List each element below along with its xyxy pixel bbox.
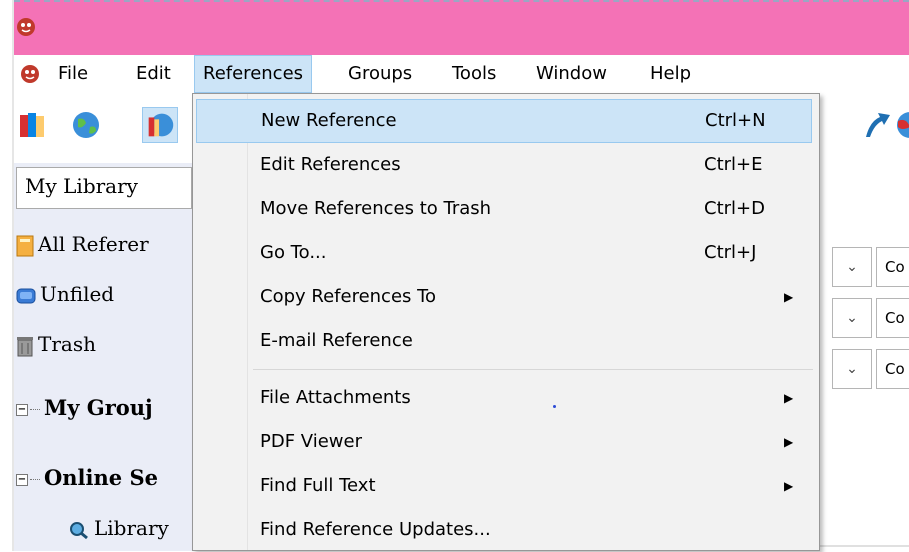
menu-item-file-attachments[interactable]: File Attachments ▶ — [196, 376, 812, 420]
library-books-icon[interactable] — [16, 107, 52, 143]
collapse-icon[interactable]: − — [16, 403, 28, 416]
my-groups-label: My Grouj — [44, 395, 153, 420]
search-magnifier-icon — [70, 521, 88, 539]
menu-item-label: New Reference — [261, 110, 397, 131]
menu-item-label: Copy References To — [260, 286, 437, 307]
menu-separator — [253, 369, 813, 370]
menu-item-label: PDF Viewer — [260, 431, 362, 452]
search-row: ⌄ Co — [832, 349, 909, 389]
menu-item-pdf-viewer[interactable]: PDF Viewer ▶ — [196, 420, 812, 464]
search-field-selector[interactable]: Co — [876, 298, 909, 338]
submenu-arrow-icon: ▶ — [784, 479, 794, 493]
cursor-dot — [553, 405, 556, 408]
menu-item-label: Edit References — [260, 154, 401, 175]
group-trash[interactable]: Trash — [16, 329, 96, 359]
group-unfiled[interactable]: Unfiled — [16, 279, 114, 309]
menu-groups[interactable]: Groups — [348, 55, 412, 93]
menu-tools[interactable]: Tools — [452, 55, 496, 93]
menu-item-move-to-trash[interactable]: Move References to Trash Ctrl+D — [196, 187, 812, 231]
library-selector[interactable]: My Library — [16, 167, 192, 209]
menu-item-edit-references[interactable]: Edit References Ctrl+E — [196, 143, 812, 187]
tree-connector — [30, 479, 40, 480]
menu-item-label: Move References to Trash — [260, 198, 492, 219]
submenu-arrow-icon: ▶ — [784, 290, 794, 304]
menu-item-shortcut: Ctrl+D — [704, 198, 765, 219]
title-bar[interactable] — [14, 0, 909, 55]
menu-file[interactable]: File — [58, 55, 88, 93]
submenu-arrow-icon: ▶ — [784, 435, 794, 449]
trash-icon — [17, 336, 33, 356]
group-all-references[interactable]: All Referer — [16, 229, 149, 259]
menu-edit[interactable]: Edit — [136, 55, 171, 93]
menu-item-go-to[interactable]: Go To... Ctrl+J — [196, 231, 812, 275]
groups-panel: My Library All Referer Unfiled Trash − My… — [14, 163, 192, 551]
endnote-app-icon — [17, 18, 35, 36]
upload-arrow-icon[interactable] — [858, 107, 894, 143]
menu-help[interactable]: Help — [650, 55, 691, 93]
references-dropdown-menu: New Reference Ctrl+N Edit References Ctr… — [192, 93, 820, 551]
menu-item-label: Go To... — [260, 242, 327, 263]
menu-item-shortcut: Ctrl+E — [704, 154, 763, 175]
menu-item-find-full-text[interactable]: Find Full Text ▶ — [196, 464, 812, 508]
online-search-header[interactable]: − Online Se — [16, 463, 158, 493]
chevron-down-icon[interactable]: ⌄ — [832, 298, 872, 338]
folder-icon — [16, 235, 34, 256]
menu-item-new-reference[interactable]: New Reference Ctrl+N — [196, 99, 812, 143]
search-field-selector[interactable]: Co — [876, 247, 909, 287]
search-field-selector[interactable]: Co — [876, 349, 909, 389]
integrated-library-icon[interactable] — [142, 107, 178, 143]
menu-references[interactable]: References — [194, 55, 313, 93]
tree-connector — [30, 409, 40, 410]
online-library-item[interactable]: Library — [68, 513, 169, 543]
chevron-down-icon[interactable]: ⌄ — [832, 247, 872, 287]
search-row: ⌄ Co — [832, 247, 909, 287]
menu-item-shortcut: Ctrl+N — [705, 110, 766, 131]
globe-partial-icon[interactable] — [892, 107, 909, 143]
chevron-down-icon[interactable]: ⌄ — [832, 349, 872, 389]
menu-item-label: File Attachments — [260, 387, 411, 408]
my-groups-header[interactable]: − My Grouj — [16, 393, 153, 423]
submenu-arrow-icon: ▶ — [784, 391, 794, 405]
online-globe-icon[interactable] — [68, 107, 104, 143]
menu-window[interactable]: Window — [536, 55, 607, 93]
menu-item-copy-references-to[interactable]: Copy References To ▶ — [196, 275, 812, 319]
unfiled-label: Unfiled — [40, 282, 115, 306]
collapse-icon[interactable]: − — [16, 473, 28, 486]
menu-item-label: E-mail Reference — [260, 330, 413, 351]
menu-item-label: Find Reference Updates... — [260, 519, 491, 540]
unfiled-icon — [16, 288, 36, 303]
menu-bar: File Edit References Groups Tools Window… — [14, 55, 909, 93]
online-library-label: Library — [94, 516, 169, 540]
search-panel: ⌄ Co ⌄ Co ⌄ Co — [820, 163, 909, 551]
menu-item-find-reference-updates[interactable]: Find Reference Updates... — [196, 508, 812, 552]
menu-item-email-reference[interactable]: E-mail Reference — [196, 319, 812, 363]
all-references-label: All Referer — [38, 232, 149, 256]
divider — [820, 545, 909, 547]
search-row: ⌄ Co — [832, 298, 909, 338]
menu-item-label: Find Full Text — [260, 475, 376, 496]
trash-label: Trash — [38, 332, 96, 356]
menu-item-shortcut: Ctrl+J — [704, 242, 757, 263]
online-search-label: Online Se — [44, 465, 158, 490]
document-menu-icon[interactable] — [18, 61, 42, 85]
